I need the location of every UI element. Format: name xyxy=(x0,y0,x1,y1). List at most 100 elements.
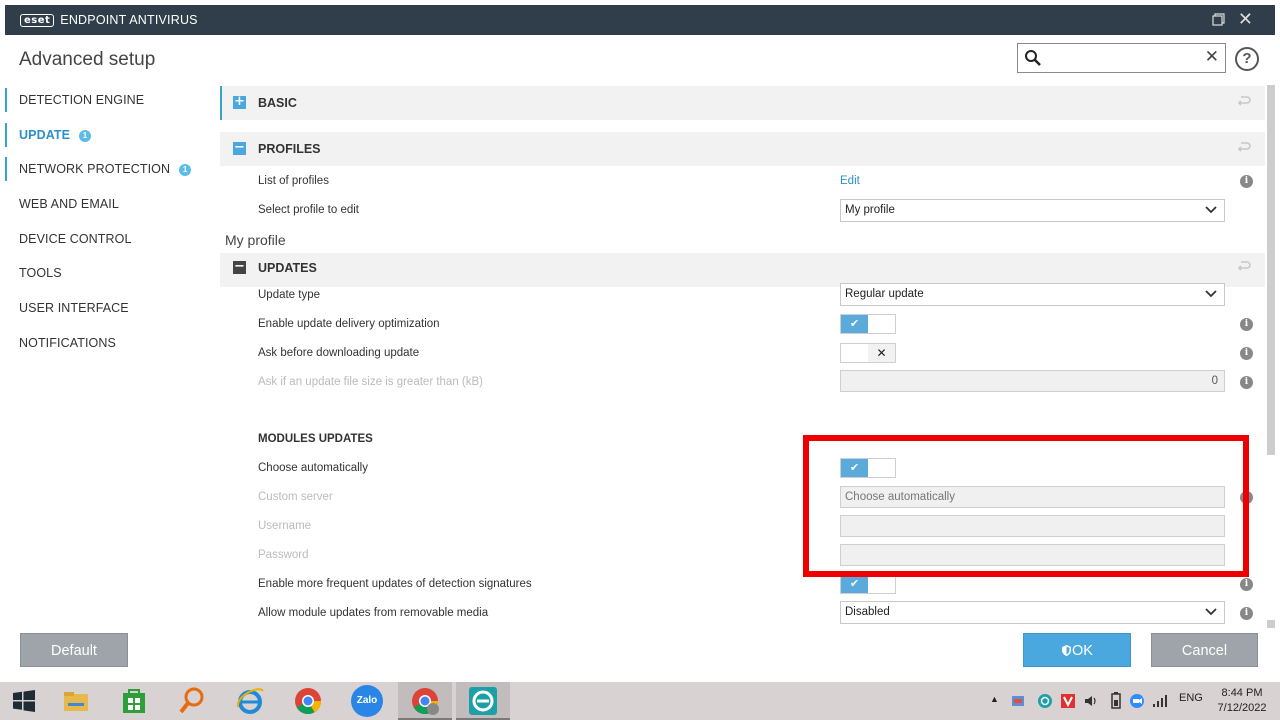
file-size-input[interactable]: 0 xyxy=(840,370,1225,392)
taskbar-active-chrome[interactable] xyxy=(398,682,452,720)
info-icon[interactable]: i xyxy=(1240,578,1253,591)
edit-profiles-link[interactable]: Edit xyxy=(840,175,860,187)
update-type-select[interactable]: Regular update xyxy=(840,283,1225,306)
search-input[interactable] xyxy=(1046,47,1196,69)
profile-heading: My profile xyxy=(225,232,286,248)
section-basic[interactable]: + BASIC xyxy=(220,86,1265,120)
highlight-annotation xyxy=(803,435,1249,577)
profile-select[interactable]: My profile xyxy=(840,199,1225,222)
network-drive-icon[interactable] xyxy=(1010,693,1026,709)
section-profiles[interactable]: − PROFILES xyxy=(220,132,1265,166)
sidebar-item-network-protection[interactable]: NETWORK PROTECTION 1 xyxy=(5,152,215,187)
section-label: BASIC xyxy=(258,96,297,110)
default-button[interactable]: Default xyxy=(20,633,128,667)
help-button[interactable]: ? xyxy=(1235,47,1259,71)
eset-tray-icon[interactable] xyxy=(1037,693,1053,709)
collapse-icon[interactable]: − xyxy=(233,260,246,274)
select-profile-label: Select profile to edit xyxy=(258,204,360,216)
taskbar-active-eset[interactable] xyxy=(456,682,510,720)
choose-automatically-label: Choose automatically xyxy=(258,462,368,474)
show-hidden-icons[interactable]: ▲ xyxy=(990,694,999,704)
file-explorer-icon[interactable] xyxy=(60,685,92,717)
language-indicator[interactable]: ENG xyxy=(1179,692,1203,704)
info-icon[interactable]: i xyxy=(1240,175,1253,188)
section-updates[interactable]: − UPDATES xyxy=(220,253,1265,287)
ok-button[interactable]: OK xyxy=(1023,633,1131,667)
windows-start-icon[interactable] xyxy=(8,685,40,717)
chevron-down-icon xyxy=(1205,206,1217,214)
sidebar-item-device-control[interactable]: DEVICE CONTROL xyxy=(5,222,215,257)
store-icon[interactable] xyxy=(118,685,150,717)
profile-select-value: My profile xyxy=(845,204,895,216)
info-icon[interactable]: i xyxy=(1240,376,1253,389)
sidebar-item-detection-engine[interactable]: DETECTION ENGINE xyxy=(5,83,215,118)
chrome-profile-icon xyxy=(412,688,439,715)
ask-before-download-toggle[interactable]: ✕ xyxy=(840,343,896,363)
sidebar-item-notifications[interactable]: NOTIFICATIONS xyxy=(5,326,215,361)
chevron-down-icon xyxy=(1205,290,1217,298)
cross-icon: ✕ xyxy=(868,344,895,362)
eset-advanced-setup-window: eset ENDPOINT ANTIVIRUS ✕ Advanced setup… xyxy=(0,0,1280,720)
sidebar-item-web-and-email[interactable]: WEB AND EMAIL xyxy=(5,187,215,222)
internet-explorer-icon[interactable] xyxy=(234,685,266,717)
chevron-down-icon xyxy=(1205,608,1217,616)
chrome-icon[interactable] xyxy=(292,685,324,717)
file-size-label: Ask if an update file size is greater th… xyxy=(258,376,483,388)
expand-icon[interactable]: + xyxy=(233,95,246,109)
info-icon[interactable]: i xyxy=(1240,318,1253,331)
clear-search-icon[interactable]: ✕ xyxy=(1205,47,1219,67)
clock-date: 7/12/2022 xyxy=(1217,702,1267,714)
scroll-down-arrow[interactable] xyxy=(1267,620,1275,628)
battery-icon[interactable] xyxy=(1108,692,1124,710)
volume-icon[interactable] xyxy=(1083,693,1099,709)
revert-icon[interactable] xyxy=(1237,141,1251,153)
sidebar-item-user-interface[interactable]: USER INTERFACE xyxy=(5,291,215,326)
removable-media-select[interactable]: Disabled xyxy=(840,601,1225,624)
cancel-button[interactable]: Cancel xyxy=(1151,633,1258,667)
custom-server-label: Custom server xyxy=(258,491,333,503)
notification-badge: 1 xyxy=(179,164,192,177)
title-bar: eset ENDPOINT ANTIVIRUS ✕ xyxy=(5,5,1275,35)
close-window-icon[interactable]: ✕ xyxy=(1238,11,1253,29)
frequent-updates-toggle[interactable]: ✔ xyxy=(840,574,896,594)
frequent-updates-label: Enable more frequent updates of detectio… xyxy=(258,578,532,590)
restore-window-icon[interactable] xyxy=(1212,13,1225,26)
revert-icon[interactable] xyxy=(1237,260,1251,272)
username-label: Username xyxy=(258,520,312,532)
meeting-icon[interactable] xyxy=(1128,693,1146,709)
info-icon[interactable]: i xyxy=(1240,607,1253,620)
collapse-icon[interactable]: − xyxy=(233,141,246,155)
delivery-optimization-toggle[interactable]: ✔ xyxy=(840,314,896,334)
info-icon[interactable]: i xyxy=(1240,347,1253,360)
zalo-icon[interactable]: Zalo xyxy=(351,685,383,717)
sidebar-item-label: UPDATE xyxy=(19,127,71,142)
revert-icon[interactable] xyxy=(1237,95,1251,107)
sidebar-item-update[interactable]: UPDATE 1 xyxy=(5,118,215,153)
check-icon: ✔ xyxy=(841,575,868,593)
notification-badge: 1 xyxy=(79,129,92,142)
search-app-icon[interactable] xyxy=(176,685,208,717)
modules-updates-title: MODULES UPDATES xyxy=(258,433,373,445)
removable-media-value: Disabled xyxy=(845,606,890,618)
content-scrollbar[interactable] xyxy=(1266,83,1276,628)
sidebar: DETECTION ENGINE UPDATE 1 NETWORK PROTECT… xyxy=(5,83,215,361)
windows-taskbar: Zalo ▲ ENG 8:44 PM 7/12/2022 xyxy=(0,682,1280,720)
product-name: ENDPOINT ANTIVIRUS xyxy=(60,13,198,27)
file-size-value: 0 xyxy=(1211,375,1218,387)
ask-before-download-label: Ask before downloading update xyxy=(258,347,420,359)
sidebar-item-label: WEB AND EMAIL xyxy=(19,197,119,212)
section-accent-bar xyxy=(220,86,222,120)
scrollbar-thumb[interactable] xyxy=(1267,85,1275,455)
signal-icon[interactable] xyxy=(1152,693,1168,709)
antivirus-v-icon[interactable] xyxy=(1060,693,1076,709)
sidebar-item-tools[interactable]: TOOLS xyxy=(5,256,215,291)
search-icon xyxy=(1025,50,1041,66)
search-box[interactable]: ✕ xyxy=(1017,43,1226,73)
eset-app-icon xyxy=(469,687,497,715)
check-icon: ✔ xyxy=(841,315,868,333)
update-type-label: Update type xyxy=(258,289,321,301)
section-label: UPDATES xyxy=(258,261,317,275)
sidebar-item-label: DEVICE CONTROL xyxy=(19,231,132,246)
section-label: PROFILES xyxy=(258,142,321,156)
taskbar-clock[interactable]: 8:44 PM 7/12/2022 xyxy=(1212,686,1272,716)
